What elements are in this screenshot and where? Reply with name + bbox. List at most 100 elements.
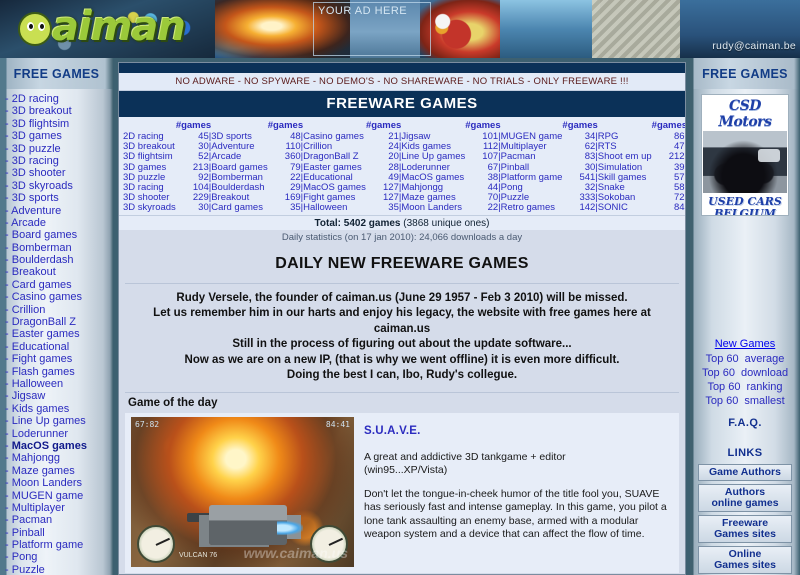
stats-category-link[interactable]: 3D skyroads — [123, 202, 176, 213]
sidebar-item-maze-games[interactable]: - Maze games — [5, 464, 113, 477]
sidebar-item-label[interactable]: 3D sports — [12, 192, 59, 204]
sidebar-item-label[interactable]: Pacman — [12, 514, 52, 526]
stats-category-link[interactable]: Halloween — [303, 202, 347, 213]
sidebar-item-adventure[interactable]: - Adventure — [5, 204, 113, 217]
sidebar-item-label[interactable]: 3D breakout — [12, 105, 72, 117]
sidebar-item-label[interactable]: Pinball — [12, 527, 45, 539]
link-button-game-authors[interactable]: Game Authors — [698, 464, 792, 481]
sidebar-item-label[interactable]: DragonBall Z — [12, 316, 76, 328]
top60-kind[interactable]: download — [741, 366, 788, 380]
sidebar-item-jigsaw[interactable]: - Jigsaw — [5, 389, 113, 402]
sidebar-item-bomberman[interactable]: - Bomberman — [5, 241, 113, 254]
sidebar-item-3d-skyroads[interactable]: - 3D skyroads — [5, 179, 113, 192]
csd-motors-ad[interactable]: CSD Motors USED CARS BELGIUM — [701, 94, 789, 216]
game-screenshot[interactable]: 67:82 84:41 VULCAN 76 www.caiman.us — [131, 416, 354, 567]
stats-category-link[interactable]: Retro games — [501, 202, 555, 213]
sidebar-item-label[interactable]: 3D puzzle — [12, 143, 61, 155]
stats-category-link[interactable]: Moon Landers — [401, 202, 462, 213]
sidebar-item-label[interactable]: Platform game — [12, 539, 84, 551]
link-button-freeware[interactable]: Freeware Games sites — [698, 515, 792, 543]
sidebar-item-board-games[interactable]: - Board games — [5, 228, 113, 241]
sidebar-item-mugen-game[interactable]: - MUGEN game — [5, 489, 113, 502]
top60-kind[interactable]: ranking — [746, 380, 782, 394]
sidebar-item-educational[interactable]: - Educational — [5, 340, 113, 353]
sidebar-item-label[interactable]: Breakout — [12, 266, 56, 278]
sidebar-item-pacman[interactable]: - Pacman — [5, 513, 113, 526]
sidebar-item-label[interactable]: 3D skyroads — [12, 180, 73, 192]
sidebar-item-pong[interactable]: - Pong — [5, 550, 113, 563]
sidebar-item-label[interactable]: Bomberman — [12, 242, 72, 254]
top60-kind[interactable]: average — [745, 352, 785, 366]
sidebar-item-3d-racing[interactable]: - 3D racing — [5, 154, 113, 167]
sidebar-item-2d-racing[interactable]: - 2D racing — [5, 92, 113, 105]
sidebar-item-label[interactable]: MUGEN game — [12, 490, 84, 502]
sidebar-item-label[interactable]: Crillion — [12, 304, 46, 316]
sidebar-item-label[interactable]: Kids games — [12, 403, 69, 415]
sidebar-item-3d-puzzle[interactable]: - 3D puzzle — [5, 142, 113, 155]
sidebar-item-puzzle[interactable]: - Puzzle — [5, 563, 113, 575]
sidebar-item-label[interactable]: Flash games — [12, 366, 75, 378]
sidebar-item-label[interactable]: Card games — [12, 279, 72, 291]
sidebar-item-label[interactable]: Multiplayer — [12, 502, 65, 514]
sidebar-item-loderunner[interactable]: - Loderunner — [5, 427, 113, 440]
stats-category-cell[interactable]: Halloween — [303, 203, 366, 213]
sidebar-item-kids-games[interactable]: - Kids games — [5, 402, 113, 415]
sidebar-item-3d-shooter[interactable]: - 3D shooter — [5, 166, 113, 179]
ad-placeholder[interactable]: YOUR AD HERE — [313, 2, 431, 56]
sidebar-item-label[interactable]: Board games — [12, 229, 77, 241]
sidebar-item-label[interactable]: Line Up games — [12, 415, 86, 427]
stats-category-cell[interactable]: Moon Landers — [401, 203, 465, 213]
sidebar-item-3d-flightsim[interactable]: - 3D flightsim — [5, 117, 113, 130]
sidebar-item-card-games[interactable]: - Card games — [5, 278, 113, 291]
sidebar-item-label[interactable]: 3D racing — [12, 155, 59, 167]
top60-row-smallest[interactable]: Top 60 smallest — [690, 394, 800, 408]
sidebar-item-boulderdash[interactable]: - Boulderdash — [5, 253, 113, 266]
sidebar-item-label[interactable]: 3D shooter — [12, 167, 66, 179]
sidebar-item-moon-landers[interactable]: - Moon Landers — [5, 476, 113, 489]
new-games-link[interactable]: New Games — [690, 334, 800, 352]
sidebar-item-label[interactable]: 3D games — [12, 130, 62, 142]
sidebar-item-arcade[interactable]: - Arcade — [5, 216, 113, 229]
top60-prefix[interactable]: Top 60 — [707, 380, 740, 394]
sidebar-item-mahjongg[interactable]: - Mahjongg — [5, 451, 113, 464]
sidebar-item-label[interactable]: Mahjongg — [12, 452, 60, 464]
sidebar-item-line-up-games[interactable]: - Line Up games — [5, 414, 113, 427]
new-games-label[interactable]: New Games — [715, 338, 776, 350]
sidebar-item-platform-game[interactable]: - Platform game — [5, 538, 113, 551]
game-title-link[interactable]: S.U.A.V.E. — [364, 425, 421, 437]
sidebar-item-label[interactable]: 2D racing — [12, 93, 59, 105]
top60-row-average[interactable]: Top 60 average — [690, 352, 800, 366]
contact-email[interactable]: rudy@caiman.be — [712, 40, 796, 52]
sidebar-item-label[interactable]: Boulderdash — [12, 254, 74, 266]
faq-link[interactable]: F.A.Q. — [690, 408, 800, 431]
sidebar-item-label[interactable]: Halloween — [12, 378, 63, 390]
sidebar-item-3d-breakout[interactable]: - 3D breakout — [5, 104, 113, 117]
stats-category-link[interactable]: SONIC — [598, 202, 628, 213]
sidebar-item-casino-games[interactable]: - Casino games — [5, 290, 113, 303]
stats-category-cell[interactable]: Retro games — [501, 203, 563, 213]
sidebar-item-label[interactable]: Pong — [12, 551, 38, 563]
sidebar-item-label[interactable]: Moon Landers — [12, 477, 82, 489]
sidebar-item-label[interactable]: Fight games — [12, 353, 73, 365]
sidebar-item-label[interactable]: 3D flightsim — [12, 118, 69, 130]
link-button-authors[interactable]: Authors online games — [698, 484, 792, 512]
sidebar-item-macos-games[interactable]: - MacOS games — [5, 439, 113, 452]
sidebar-item-label[interactable]: Casino games — [12, 291, 82, 303]
sidebar-item-breakout[interactable]: - Breakout — [5, 265, 113, 278]
sidebar-item-dragonball-z[interactable]: - DragonBall Z — [5, 315, 113, 328]
stats-category-cell[interactable]: Card games — [211, 203, 268, 213]
top60-prefix[interactable]: Top 60 — [702, 366, 735, 380]
sidebar-item-multiplayer[interactable]: - Multiplayer — [5, 501, 113, 514]
sidebar-item-pinball[interactable]: - Pinball — [5, 526, 113, 539]
sidebar-item-fight-games[interactable]: - Fight games — [5, 352, 113, 365]
sidebar-item-label[interactable]: Maze games — [12, 465, 75, 477]
sidebar-item-label[interactable]: Jigsaw — [12, 390, 46, 402]
stats-category-cell[interactable]: SONIC — [598, 203, 652, 213]
sidebar-item-flash-games[interactable]: - Flash games — [5, 365, 113, 378]
sidebar-item-crillion[interactable]: - Crillion — [5, 303, 113, 316]
site-logo[interactable]: aiman — [8, 4, 186, 50]
link-button-online[interactable]: Online Games sites — [698, 546, 792, 574]
sidebar-item-label[interactable]: Educational — [12, 341, 70, 353]
sidebar-item-3d-games[interactable]: - 3D games — [5, 129, 113, 142]
sidebar-item-label[interactable]: Easter games — [12, 328, 80, 340]
